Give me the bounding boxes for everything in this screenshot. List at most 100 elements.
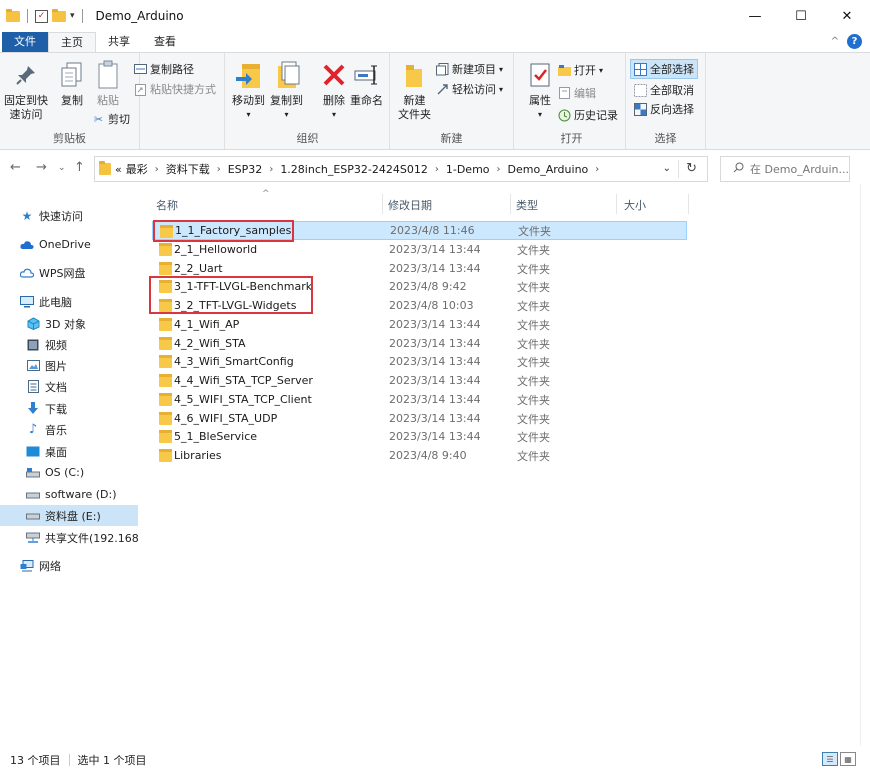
table-row[interactable]: 4_2_Wifi_STA 2023/3/14 13:44 文件夹 xyxy=(152,334,687,353)
nav-desktop[interactable]: 桌面 xyxy=(0,441,138,462)
nav-onedrive[interactable]: OneDrive xyxy=(0,234,138,255)
nav-drive-c[interactable]: OS (C:) xyxy=(0,462,138,483)
organize-group-label: 组织 xyxy=(296,132,319,145)
breadcrumb-3[interactable]: 1.28inch_ESP32-2424S012 xyxy=(280,163,428,176)
easy-access-button[interactable]: 轻松访问 ▾ xyxy=(436,81,503,97)
select-group: 全部选择 全部取消 反向选择 选择 xyxy=(626,53,706,149)
table-row[interactable]: 4_6_WIFI_STA_UDP 2023/3/14 13:44 文件夹 xyxy=(152,409,687,428)
back-arrow-icon[interactable]: ← xyxy=(10,160,21,175)
address-dropdown-icon[interactable]: ⌄ xyxy=(663,163,671,174)
edit-button[interactable]: 编辑 xyxy=(558,85,596,101)
nav-music[interactable]: ♪ 音乐 xyxy=(0,419,138,440)
breadcrumb-0[interactable]: 最彩 xyxy=(126,161,148,177)
new-item-button[interactable]: 新建项目 ▾ xyxy=(436,61,503,77)
help-icon[interactable]: ? xyxy=(847,34,862,49)
table-row[interactable]: 4_1_Wifi_AP 2023/3/14 13:44 文件夹 xyxy=(152,315,687,334)
header-size[interactable]: 大小 xyxy=(624,197,646,213)
table-row[interactable]: Libraries 2023/4/8 9:40 文件夹 xyxy=(152,446,687,465)
properties-icon xyxy=(524,59,556,91)
move-to-dropdown-icon: ▾ xyxy=(246,110,251,119)
table-row[interactable]: 4_3_Wifi_SmartConfig 2023/3/14 13:44 文件夹 xyxy=(152,352,687,371)
paste-label: 粘贴 xyxy=(97,94,119,107)
forward-arrow-icon[interactable]: → xyxy=(36,160,47,175)
folder-icon xyxy=(6,8,20,22)
copy-label: 复制 xyxy=(61,94,83,107)
breadcrumb-2[interactable]: ESP32 xyxy=(228,163,263,176)
header-type[interactable]: 类型 xyxy=(516,197,538,213)
document-icon xyxy=(26,380,40,394)
qat-dropdown-icon[interactable]: ▾ xyxy=(70,11,75,21)
breadcrumb-5[interactable]: Demo_Arduino xyxy=(508,163,589,176)
large-icons-view-icon[interactable]: ▦ xyxy=(840,752,856,766)
rename-button[interactable]: 重命名 xyxy=(350,59,383,108)
open-button[interactable]: 打开 ▾ xyxy=(558,62,603,78)
header-date[interactable]: 修改日期 xyxy=(388,197,432,213)
nav-this-pc[interactable]: 此电脑 xyxy=(0,291,138,312)
nav-network-share[interactable]: 共享文件(192.168.( xyxy=(0,527,138,548)
collapse-ribbon-icon[interactable]: ^ xyxy=(831,36,839,47)
history-button[interactable]: 历史记录 xyxy=(558,107,618,123)
highlight-box-factory-samples xyxy=(153,220,294,242)
paste-shortcut-button[interactable]: 粘贴快捷方式 xyxy=(134,81,216,97)
pin-icon xyxy=(10,59,42,91)
up-arrow-icon[interactable]: ↑ xyxy=(74,160,85,175)
folder-icon xyxy=(159,243,172,256)
breadcrumb-4[interactable]: 1-Demo xyxy=(446,163,490,176)
pin-quick-access-button[interactable]: 固定到快 速访问 xyxy=(4,59,48,122)
nav-pictures[interactable]: 图片 xyxy=(0,355,138,376)
table-row[interactable]: 4_5_WIFI_STA_TCP_Client 2023/3/14 13:44 … xyxy=(152,390,687,409)
download-icon xyxy=(26,402,40,416)
copy-button[interactable]: 复制 xyxy=(56,59,88,108)
nav-3d-objects[interactable]: 3D 对象 xyxy=(0,313,138,334)
nav-videos[interactable]: 视频 xyxy=(0,334,138,355)
refresh-icon[interactable]: ↻ xyxy=(686,161,697,176)
select-all-button[interactable]: 全部选择 xyxy=(630,59,698,79)
nav-quick-access[interactable]: ★ 快速访问 xyxy=(0,205,138,226)
tab-view[interactable]: 查看 xyxy=(142,32,188,52)
delete-button[interactable]: 删除 ▾ xyxy=(318,59,350,122)
select-none-button[interactable]: 全部取消 xyxy=(634,82,694,98)
address-bar[interactable]: « 最彩 › 资料下载 › ESP32 › 1.28inch_ESP32-242… xyxy=(94,156,708,182)
cube-icon xyxy=(26,317,40,331)
new-folder-qat-icon[interactable] xyxy=(52,8,66,22)
nav-drive-e[interactable]: 资料盘 (E:) xyxy=(0,505,138,526)
copy-path-button[interactable]: 复制路径 xyxy=(134,61,194,77)
video-icon xyxy=(26,338,40,352)
breadcrumb-1[interactable]: 资料下载 xyxy=(166,161,210,177)
properties-button[interactable]: 属性 ▾ xyxy=(524,59,556,122)
breadcrumb-overflow[interactable]: « xyxy=(115,163,122,176)
nav-wps-cloud[interactable]: WPS网盘 xyxy=(0,262,138,283)
folder-icon xyxy=(159,374,172,387)
invert-selection-button[interactable]: 反向选择 xyxy=(634,101,694,117)
details-view-icon[interactable]: ☰ xyxy=(822,752,838,766)
copy-to-button[interactable]: 复制到 ▾ xyxy=(270,59,303,122)
close-button[interactable]: ✕ xyxy=(824,0,870,32)
table-row[interactable]: 5_1_BleService 2023/3/14 13:44 文件夹 xyxy=(152,427,687,446)
move-to-button[interactable]: 移动到 ▾ xyxy=(232,59,265,122)
recent-locations-icon[interactable]: ⌄ xyxy=(58,163,66,173)
header-name[interactable]: 名称 xyxy=(156,197,178,213)
search-input[interactable]: 在 Demo_Arduin... xyxy=(720,156,850,182)
ribbon: 固定到快 速访问 复制 粘贴 ✂ 剪切 剪贴板 复制路径 粘贴快捷方式 移动到 … xyxy=(0,52,870,150)
maximize-button[interactable]: ☐ xyxy=(778,0,824,32)
nav-drive-d[interactable]: software (D:) xyxy=(0,484,138,505)
table-row[interactable]: 4_4_Wifi_STA_TCP_Server 2023/3/14 13:44 … xyxy=(152,371,687,390)
nav-documents[interactable]: 文档 xyxy=(0,376,138,397)
tab-home[interactable]: 主页 xyxy=(48,32,96,52)
cut-button[interactable]: ✂ 剪切 xyxy=(92,111,130,127)
drive-icon xyxy=(26,488,40,502)
tab-share[interactable]: 共享 xyxy=(96,32,142,52)
new-folder-button[interactable]: 新建 文件夹 xyxy=(398,59,431,122)
nav-downloads[interactable]: 下载 xyxy=(0,398,138,419)
properties-qat-icon[interactable]: ✓ xyxy=(35,9,48,23)
paste-shortcut-icon xyxy=(134,83,147,96)
folder-icon xyxy=(159,337,172,350)
scissors-icon: ✂ xyxy=(93,112,104,126)
tab-file[interactable]: 文件 xyxy=(2,32,48,52)
minimize-button[interactable]: — xyxy=(732,0,778,32)
scrollbar[interactable] xyxy=(860,184,870,746)
folder-icon xyxy=(99,161,111,175)
nav-network[interactable]: 网络 xyxy=(0,555,138,576)
table-row[interactable]: 2_1_Helloworld 2023/3/14 13:44 文件夹 xyxy=(152,240,687,259)
paste-button[interactable]: 粘贴 xyxy=(92,59,124,108)
